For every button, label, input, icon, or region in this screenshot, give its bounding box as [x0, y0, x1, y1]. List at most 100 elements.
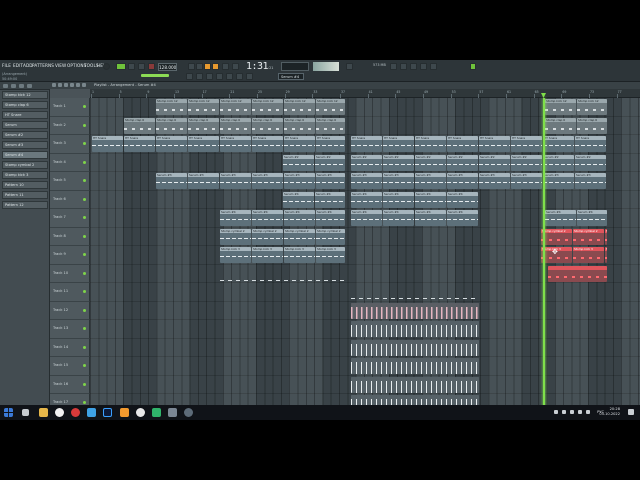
notifications-icon[interactable]	[628, 409, 634, 415]
pattern-clip[interactable]: Serum #2	[479, 154, 511, 171]
online-status-icon[interactable]	[470, 63, 476, 70]
pattern-clip[interactable]: HT Snare	[383, 136, 415, 152]
battery-icon[interactable]	[586, 410, 590, 414]
pattern-clip[interactable]: Stomp cymbal 2	[252, 228, 284, 245]
pattern-clip[interactable]: HT Snare	[575, 136, 607, 152]
pattern-clip[interactable]: Serum #4	[220, 210, 252, 226]
pattern-clip[interactable]: Serum #4	[383, 191, 415, 208]
browser-item-pattern-10[interactable]: Pattern 10	[2, 181, 48, 189]
pattern-clip[interactable]: Stomp kick 3	[605, 247, 608, 263]
track-header[interactable]: Track 14	[50, 338, 90, 357]
browser-item-ht-snare[interactable]: HT Snare	[2, 111, 48, 119]
pattern-clip[interactable]: Stomp kick 12	[188, 99, 220, 115]
countdown-icon[interactable]	[204, 63, 211, 70]
pattern-clip[interactable]: Stomp kick 12	[316, 99, 346, 115]
pattern-clip[interactable]: Stomp kick 3	[284, 247, 316, 263]
tray-clock[interactable]: 20:28 05.10.2022	[599, 407, 620, 417]
mute-tool-icon[interactable]	[216, 73, 223, 80]
track-header[interactable]: Track 9	[50, 246, 90, 265]
pattern-clip[interactable]: Serum #3	[316, 173, 346, 189]
browser-item-pattern-11[interactable]: Pattern 11	[2, 191, 48, 199]
snap-icon[interactable]	[346, 63, 353, 70]
pattern-clip[interactable]	[351, 339, 480, 356]
pattern-clip[interactable]: Stomp clap 6	[577, 117, 608, 134]
blend-notes-icon[interactable]	[212, 63, 219, 70]
track-header[interactable]: Track 1	[50, 98, 90, 117]
pattern-clip[interactable]: HT Snare	[479, 136, 511, 152]
pattern-clip[interactable]: Stomp kick 12	[284, 99, 316, 115]
menu-patterns[interactable]: PATTERNS	[32, 63, 54, 70]
pattern-clip[interactable]: HT Snare	[252, 136, 284, 152]
pattern-clip[interactable]	[220, 266, 345, 282]
pattern-clip[interactable]: Serum #2	[415, 154, 447, 171]
pattern-clip[interactable]: Stomp cymbal 2	[284, 228, 316, 245]
pattern-clip[interactable]: Stomp kick 3	[316, 247, 346, 263]
pattern-clip[interactable]: Serum #4	[415, 191, 447, 208]
pattern-clip[interactable]	[351, 321, 480, 337]
track-header[interactable]: Track 5	[50, 172, 90, 191]
pattern-clip[interactable]: Stomp kick 3	[252, 247, 284, 263]
photoshop-icon[interactable]	[103, 408, 112, 417]
browser-item-serum[interactable]: Serum	[2, 121, 48, 129]
pattern-clip[interactable]: Serum #3	[188, 173, 220, 189]
track-header[interactable]: Track 7	[50, 209, 90, 228]
play-button[interactable]	[128, 63, 135, 70]
pattern-clip[interactable]: Stomp clap 6	[545, 117, 577, 134]
pattern-clip[interactable]: Serum #3	[543, 173, 575, 189]
browser-item-serum-4[interactable]: Serum #4	[2, 151, 48, 159]
pattern-clip[interactable]: Stomp clap 6	[156, 117, 188, 134]
track-mute-indicator[interactable]	[83, 271, 86, 275]
pattern-clip[interactable]: Stomp kick 12	[577, 99, 608, 115]
channel-rack-icon[interactable]	[410, 63, 417, 70]
loop-record-icon[interactable]	[222, 63, 229, 70]
stop-button[interactable]	[138, 63, 145, 70]
arrangement-grid[interactable]: Stomp kick 12 Stomp kick 12 Stomp kick 12 S…	[90, 98, 640, 420]
track-header[interactable]: Track 8	[50, 227, 90, 246]
browser-item-stomp-clap-6[interactable]: Stomp clap 6	[2, 101, 48, 109]
network-icon[interactable]	[570, 410, 574, 414]
pattern-clip[interactable]: Serum #4	[577, 210, 608, 226]
paint-tool-icon[interactable]	[196, 73, 203, 80]
slice-tool-icon[interactable]	[226, 73, 233, 80]
pattern-clip[interactable]: Serum #3	[252, 173, 284, 189]
browser-back-icon[interactable]	[11, 84, 16, 88]
pattern-clip[interactable]	[351, 358, 480, 374]
volume-icon[interactable]	[578, 410, 582, 414]
track-header[interactable]: Track 2	[50, 116, 90, 135]
pattern-clip[interactable]: Serum #4	[283, 191, 315, 208]
pattern-clip[interactable]: Serum #4	[284, 210, 316, 226]
wait-input-icon[interactable]	[196, 63, 203, 70]
pattern-clip[interactable]: Serum #2	[351, 154, 383, 171]
menu-file[interactable]: FILE	[2, 63, 11, 70]
pattern-clip[interactable]: Stomp clap 6	[124, 117, 156, 134]
browser-search-icon[interactable]	[27, 84, 32, 88]
app-m-icon[interactable]	[87, 408, 96, 417]
track-mute-indicator[interactable]	[83, 382, 86, 386]
pattern-clip[interactable]: Stomp cymbal 2	[541, 228, 573, 245]
pattern-clip[interactable]: Serum #4	[383, 210, 415, 226]
track-mute-indicator[interactable]	[83, 123, 86, 127]
piano-roll-icon[interactable]	[400, 63, 407, 70]
pattern-clip[interactable]: Stomp kick 12	[252, 99, 284, 115]
pattern-clip[interactable]: HT Snare	[92, 136, 124, 152]
pattern-clip[interactable]: Stomp kick 3	[573, 247, 605, 263]
pattern-clip[interactable]: Serum #4	[252, 210, 284, 226]
mixer-icon[interactable]	[420, 63, 427, 70]
pattern-clip[interactable]: Stomp kick 12	[220, 99, 252, 115]
track-mute-indicator[interactable]	[83, 290, 86, 293]
track-mute-indicator[interactable]	[83, 253, 86, 256]
pattern-clip[interactable]: Serum #3	[284, 173, 316, 189]
pattern-clip[interactable]: Serum #4	[447, 210, 479, 226]
delete-tool-icon[interactable]	[206, 73, 213, 80]
pattern-clip[interactable]	[548, 265, 608, 282]
menu-edit[interactable]: EDIT	[13, 63, 23, 70]
pattern-clip[interactable]: Stomp cymbal 2	[316, 228, 346, 245]
playlist-zoom-icon[interactable]	[82, 83, 86, 87]
pattern-clip[interactable]: HT Snare	[124, 136, 156, 152]
pattern-clip[interactable]: Serum #3	[575, 173, 607, 189]
track-mute-indicator[interactable]	[83, 234, 86, 238]
pattern-clip[interactable]: Stomp clap 6	[284, 117, 316, 134]
pattern-clip[interactable]: Stomp clap 6	[252, 117, 284, 134]
fl-studio-icon[interactable]	[120, 408, 129, 417]
pattern-clip[interactable]: Stomp clap 6	[316, 117, 346, 134]
